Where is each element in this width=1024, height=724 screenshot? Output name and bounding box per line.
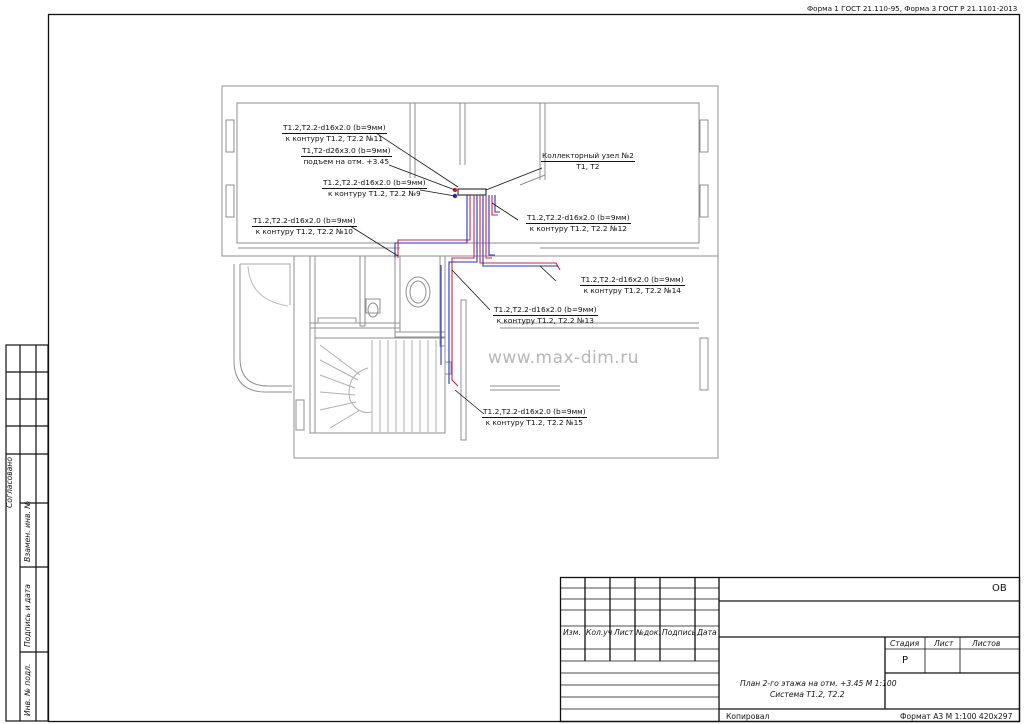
callout-line1: T1.2,T2.2-d16x2.0 (b=9мм) <box>322 178 427 189</box>
callout-line2: подъем на отм. +3.45 <box>303 156 390 166</box>
callout-circuit-11: T1.2,T2.2-d16x2.0 (b=9мм) к контуру T1.2… <box>282 123 387 143</box>
callout-circuit-9: T1.2,T2.2-d16x2.0 (b=9мм) к контуру T1.2… <box>322 178 427 198</box>
callout-line2: к контуру T1.2, T2.2 №12 <box>529 223 628 233</box>
watermark: www.max-dim.ru <box>488 348 639 368</box>
callout-circuit-13: T1.2,T2.2-d16x2.0 (b=9мм) к контуру T1.2… <box>493 305 598 325</box>
collector-unit <box>457 188 487 196</box>
stage-head: Стадия <box>890 639 920 648</box>
callout-line2: к контуру T1.2, T2.2 №13 <box>496 315 595 325</box>
callout-line2: к контуру T1.2, T2.2 №15 <box>485 417 584 427</box>
callout-riser: T1,T2-d26x3.0 (b=9мм) подъем на отм. +3.… <box>301 146 392 166</box>
callout-line1: T1.2,T2.2-d16x2.0 (b=9мм) <box>282 123 387 134</box>
stage-value: Р <box>902 655 909 666</box>
callout-circuit-12: T1.2,T2.2-d16x2.0 (b=9мм) к контуру T1.2… <box>526 213 631 233</box>
callout-line2: T1, T2 <box>576 161 600 171</box>
callout-circuit-15: T1.2,T2.2-d16x2.0 (b=9мм) к контуру T1.2… <box>482 407 587 427</box>
callout-circuit-14: T1.2,T2.2-d16x2.0 (b=9мм) к контуру T1.2… <box>580 275 685 295</box>
callout-line1: Коллекторный узел №2 <box>541 151 635 162</box>
callout-circuit-10: T1.2,T2.2-d16x2.0 (b=9мм) к контуру T1.2… <box>252 216 357 236</box>
title-block-lines <box>559 576 1021 723</box>
format-label: Формат А3 М 1:100 420х297 <box>900 712 1013 721</box>
callout-line2: к контуру T1.2, T2.2 №10 <box>255 226 354 236</box>
callout-line1: T1.2,T2.2-d16x2.0 (b=9мм) <box>526 213 631 224</box>
document-code: ОВ <box>992 583 1007 594</box>
replace-inv-label: Взамен. инв. № <box>23 500 32 562</box>
col-list: Лист <box>614 628 634 637</box>
inv-orig-label: Инв. № подл. <box>23 663 32 716</box>
leader-lines <box>349 132 557 415</box>
copied-label: Копировал <box>726 712 770 721</box>
sheets-head: Листов <box>972 639 1001 648</box>
callout-line1: T1,T2-d26x3.0 (b=9мм) <box>301 146 392 157</box>
callout-line2: к контуру T1.2, T2.2 №11 <box>285 133 384 143</box>
col-ndoc: №док. <box>636 628 661 637</box>
col-data: Дата <box>697 628 717 637</box>
callout-line1: T1.2,T2.2-d16x2.0 (b=9мм) <box>493 305 598 316</box>
description-line1: План 2-го этажа на отм. +3.45 М 1:100 <box>740 679 897 688</box>
col-koluch: Кол.уч <box>586 628 613 637</box>
approved-label: Согласовано <box>5 456 14 508</box>
callout-line1: T1.2,T2.2-d16x2.0 (b=9мм) <box>252 216 357 227</box>
description-line2: Система T1.2, T2.2 <box>770 690 845 699</box>
callout-line2: к контуру T1.2, T2.2 №9 <box>327 188 421 198</box>
col-podpis: Подпись <box>662 628 697 637</box>
callout-line1: T1.2,T2.2-d16x2.0 (b=9мм) <box>482 407 587 418</box>
sheet-frame <box>47 13 1021 723</box>
callout-line1: T1.2,T2.2-d16x2.0 (b=9мм) <box>580 275 685 286</box>
sheet-head: Лист <box>934 639 954 648</box>
col-izm: Изм. <box>563 628 581 637</box>
sign-date-label: Подпись и дата <box>23 584 32 647</box>
callout-line2: к контуру T1.2, T2.2 №14 <box>583 285 682 295</box>
callout-collector: Коллекторный узел №2 T1, T2 <box>541 151 635 171</box>
